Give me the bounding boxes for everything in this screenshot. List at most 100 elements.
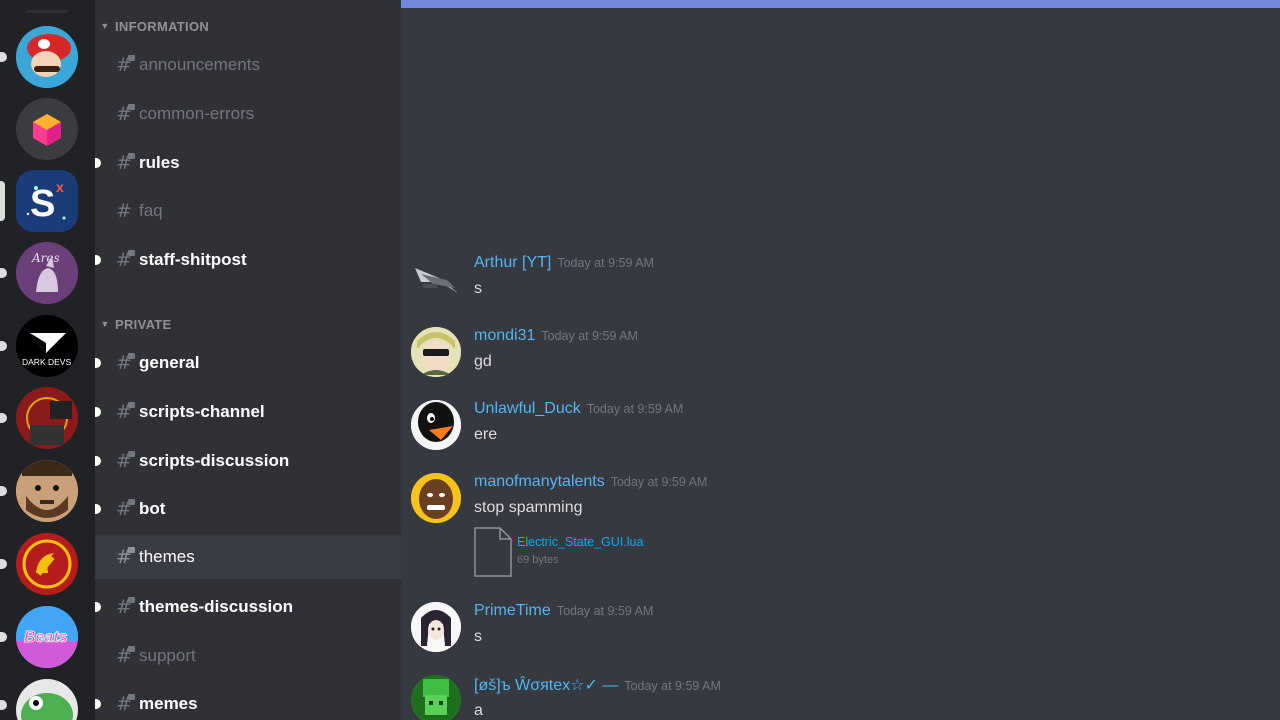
locked-hash-icon: # — [116, 352, 135, 373]
sx-server-icon[interactable]: Sx — [16, 170, 78, 232]
channel-label: support — [139, 646, 196, 665]
svg-text:S: S — [30, 183, 55, 225]
channel-label: scripts-channel — [139, 402, 265, 421]
username[interactable]: manofmanytalents Today at 9:59 AM — [474, 473, 707, 491]
svg-text:Ares: Ares — [31, 251, 60, 265]
svg-text:Beats: Beats — [24, 629, 68, 646]
category-private[interactable]: ▼ PRIVATE — [95, 313, 401, 335]
avatar[interactable] — [411, 675, 461, 720]
channel-label: memes — [139, 694, 198, 713]
channel-announcements[interactable]: # announcements — [95, 43, 401, 87]
message-text: a — [474, 702, 483, 719]
file-name-link[interactable]: Electric_State_GUI.lua — [517, 535, 643, 549]
timestamp: Today at 9:59 AM — [557, 256, 654, 270]
beats-server-icon[interactable]: Beats — [16, 606, 78, 668]
username[interactable]: PrimeTime Today at 9:59 AM — [474, 602, 653, 620]
channel-scripts-discussion[interactable]: # scripts-discussion — [95, 439, 401, 483]
chevron-down-icon: ▼ — [100, 319, 110, 329]
category-label: INFORMATION — [115, 18, 210, 34]
locked-hash-icon: # — [116, 54, 135, 75]
unread-indicator — [95, 602, 101, 612]
timestamp: Today at 9:59 AM — [541, 329, 638, 343]
locked-hash-icon: # — [116, 693, 135, 714]
unread-indicator — [95, 255, 101, 265]
username[interactable]: Unlawful_Duck Today at 9:59 AM — [474, 400, 683, 418]
ares-server-icon[interactable]: Ares — [16, 242, 78, 304]
message-text: gd — [474, 353, 492, 370]
channel-staff-shitpost[interactable]: # staff-shitpost — [95, 238, 401, 282]
channel-label: scripts-discussion — [139, 451, 290, 470]
channel-rules[interactable]: # rules — [95, 141, 401, 185]
hammer-sickle-server-icon[interactable] — [16, 533, 78, 595]
avatar[interactable] — [411, 400, 461, 450]
channel-faq[interactable]: # faq — [95, 189, 401, 233]
server-unread-indicator — [0, 559, 7, 569]
darkdevs-server-icon[interactable]: DARK DEVS — [16, 315, 78, 377]
category-information[interactable]: ▼ INFORMATION — [95, 15, 401, 37]
file-icon — [474, 527, 512, 577]
avatar[interactable] — [411, 602, 461, 652]
mario-server-icon[interactable] — [16, 26, 78, 88]
server-unread-indicator — [0, 52, 7, 62]
active-server-indicator — [0, 181, 5, 221]
unread-indicator — [95, 456, 101, 466]
locked-hash-icon: # — [116, 152, 135, 173]
unread-indicator — [95, 407, 101, 417]
server-unread-indicator — [0, 341, 7, 351]
hash-icon: # — [116, 200, 132, 221]
new-messages-bar[interactable] — [401, 0, 1280, 8]
locked-hash-icon: # — [116, 401, 135, 422]
locked-hash-icon: # — [116, 546, 135, 567]
channel-common-errors[interactable]: # common-errors — [95, 92, 401, 136]
timestamp: Today at 9:59 AM — [556, 604, 654, 618]
timestamp: Today at 9:59 AM — [586, 402, 684, 416]
locked-hash-icon: # — [116, 450, 135, 471]
frog-server-icon[interactable] — [16, 679, 78, 720]
timestamp: Today at 9:59 AM — [624, 679, 721, 693]
channel-label: general — [139, 353, 200, 372]
channel-themes[interactable]: # themes — [95, 535, 401, 579]
server-unread-indicator — [0, 632, 7, 642]
channel-support[interactable]: # support — [95, 634, 401, 678]
channel-label: common-errors — [139, 104, 255, 123]
server-unread-indicator — [0, 413, 7, 423]
cube-server-icon[interactable] — [16, 98, 78, 160]
channel-scripts-channel[interactable]: # scripts-channel — [95, 390, 401, 434]
chat-area: Arthur [YT] Today at 9:59 AM s mondi31 Tod… — [401, 0, 1280, 720]
message-text: s — [474, 628, 482, 645]
username[interactable]: [øš]ъ Ŵσяtex☆✓ — Today at 9:59 AM — [474, 675, 721, 695]
svg-text:x: x — [56, 179, 64, 195]
red-star-server-icon[interactable] — [16, 387, 78, 449]
avatar[interactable] — [411, 473, 461, 523]
username[interactable]: Arthur [YT] Today at 9:59 AM — [474, 254, 654, 272]
unread-indicator — [95, 358, 101, 368]
username[interactable]: mondi31 Today at 9:59 AM — [474, 327, 638, 345]
channel-themes-discussion[interactable]: # themes-discussion — [95, 585, 401, 629]
unread-indicator — [95, 699, 101, 709]
file-attachment[interactable]: Electric_State_GUI.lua 69 bytes — [474, 527, 734, 579]
message-text: ere — [474, 426, 498, 443]
locked-hash-icon: # — [116, 498, 135, 519]
server-unread-indicator — [0, 486, 7, 496]
server-unread-indicator — [0, 700, 7, 710]
unread-indicator — [95, 158, 101, 168]
server-unread-indicator — [0, 268, 7, 278]
channel-label: faq — [139, 201, 163, 220]
channel-memes[interactable]: # memes — [95, 682, 401, 720]
bearded-face-server-icon[interactable] — [16, 460, 78, 522]
avatar[interactable] — [411, 327, 461, 377]
category-label: PRIVATE — [115, 316, 172, 332]
channel-label: staff-shitpost — [139, 250, 247, 269]
channel-label: themes — [139, 547, 195, 566]
message-text: stop spamming — [474, 499, 583, 516]
chevron-down-icon: ▼ — [100, 21, 110, 31]
home-separator — [26, 10, 68, 13]
file-size: 69 bytes — [517, 554, 559, 566]
svg-text:#: # — [116, 200, 132, 221]
channel-bot[interactable]: # bot — [95, 487, 401, 531]
channel-general[interactable]: # general — [95, 341, 401, 385]
avatar[interactable] — [411, 254, 461, 304]
server-list: Sx Ares DARK DEVS Beats — [0, 0, 95, 720]
locked-hash-icon: # — [116, 645, 135, 666]
svg-text:DARK DEVS: DARK DEVS — [22, 357, 71, 367]
